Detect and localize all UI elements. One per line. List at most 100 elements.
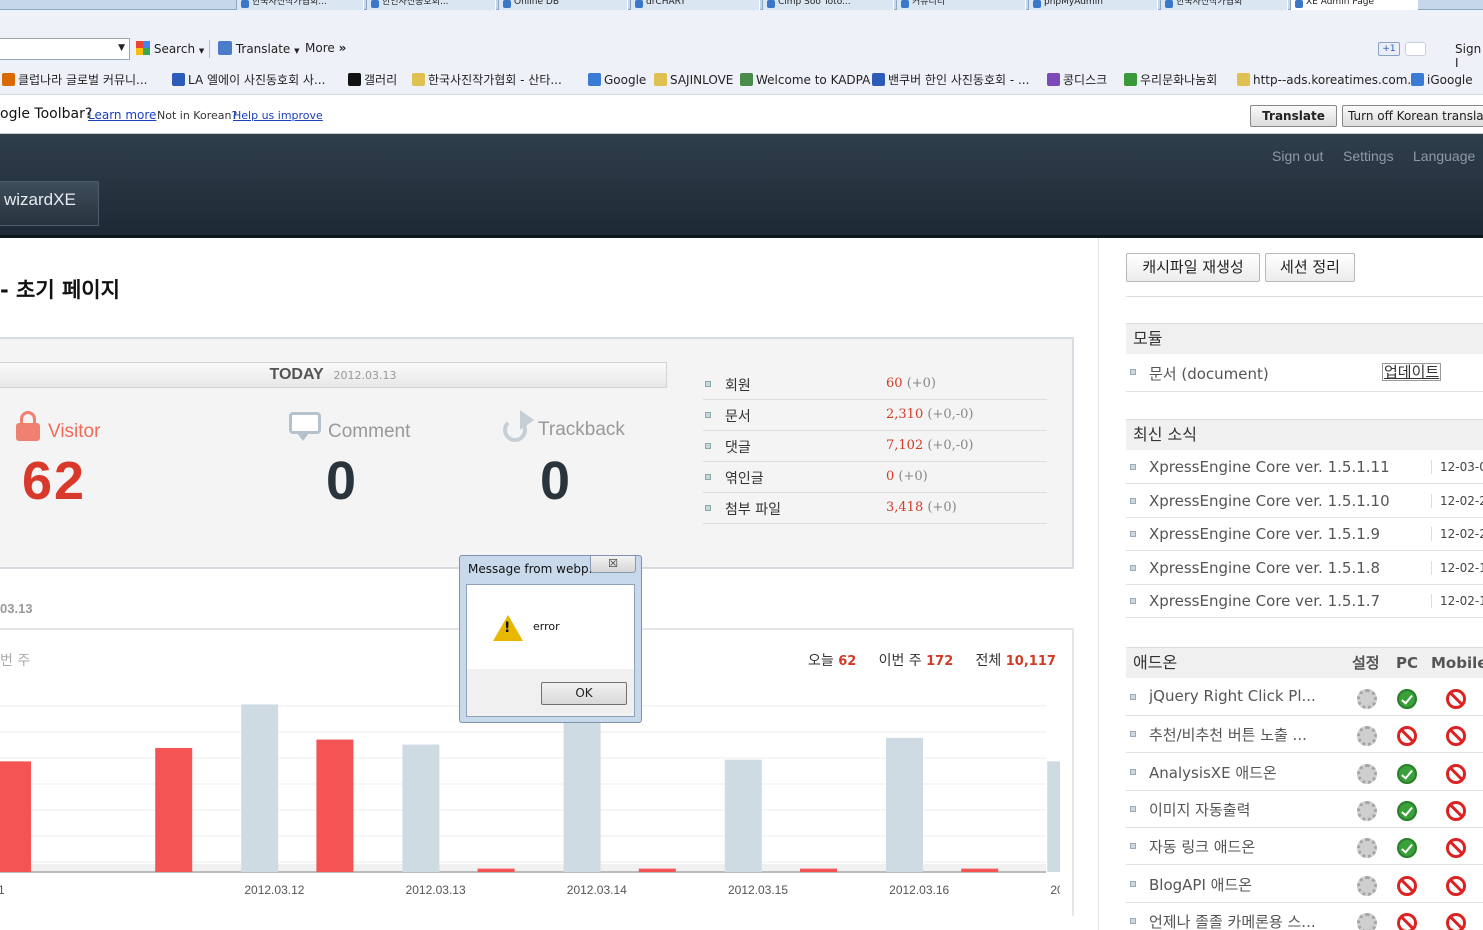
news-date: 12-02-29 bbox=[1431, 493, 1483, 508]
mobile-disabled-icon[interactable] bbox=[1446, 912, 1466, 930]
regenerate-cache-button[interactable]: 캐시파일 재생성 bbox=[1126, 253, 1260, 282]
tab-favicon-icon bbox=[1033, 0, 1041, 8]
news-title[interactable]: XpressEngine Core ver. 1.5.1.7 bbox=[1149, 592, 1380, 610]
news-header: 최신 소식 bbox=[1126, 419, 1483, 450]
bookmark-item[interactable]: SAJINLOVE bbox=[654, 68, 733, 92]
stat-delta: (+0) bbox=[898, 469, 928, 484]
gear-icon[interactable] bbox=[1357, 800, 1377, 821]
more-button[interactable]: More » bbox=[305, 41, 346, 55]
browser-tab[interactable]: Online DB bbox=[498, 0, 628, 10]
bookmark-item[interactable]: 한국사진작가협회 - 산타... bbox=[412, 68, 562, 92]
bookmark-item[interactable]: 밴쿠버 한인 사진동호회 - ... bbox=[872, 68, 1029, 92]
stat-name: 첨부 파일 bbox=[725, 502, 781, 518]
bookmark-item[interactable]: LA 엘에이 사진동호회 사... bbox=[172, 68, 325, 92]
sign-out-link[interactable]: Sign out bbox=[1272, 148, 1323, 164]
dropdown-arrow-icon[interactable]: ▼ bbox=[118, 43, 125, 53]
bookmark-item[interactable]: Google bbox=[588, 68, 646, 92]
gear-icon[interactable] bbox=[1357, 726, 1377, 747]
browser-tab[interactable]: XE Admin Page bbox=[1290, 0, 1418, 10]
browser-tab[interactable]: drCHART bbox=[630, 0, 760, 10]
news-item[interactable]: XpressEngine Core ver. 1.5.1.11 12-03-08 bbox=[1126, 451, 1483, 484]
stat-name: 댓글 bbox=[725, 440, 751, 456]
bookmark-item[interactable]: 콩디스크 bbox=[1047, 68, 1107, 92]
bookmark-item[interactable]: iGoogle bbox=[1411, 68, 1473, 92]
toolbar-search-box[interactable]: ▼ bbox=[0, 38, 130, 60]
close-icon[interactable]: ☒ bbox=[590, 556, 636, 573]
visitor-label: Visitor bbox=[48, 421, 101, 442]
pc-disabled-icon[interactable] bbox=[1397, 912, 1417, 930]
mobile-disabled-icon[interactable] bbox=[1446, 800, 1466, 821]
translate-page-button[interactable]: Translate bbox=[1250, 105, 1337, 127]
gear-icon[interactable] bbox=[1357, 838, 1377, 859]
addon-row: 추천/비추천 버튼 노출 ... bbox=[1126, 716, 1483, 754]
bullet-icon bbox=[705, 381, 711, 387]
sign-in-link[interactable]: Sign I bbox=[1455, 42, 1483, 70]
browser-tab[interactable]: Cimp Soo Toto... bbox=[762, 0, 894, 10]
site-name-tab[interactable]: wizardXE bbox=[0, 181, 99, 226]
learn-more-link[interactable]: Learn more bbox=[88, 108, 156, 122]
bookmark-item[interactable]: http--ads.koreatimes.com... bbox=[1237, 68, 1419, 92]
browser-tab[interactable]: 한국사진작가협회... bbox=[236, 0, 364, 10]
ok-button[interactable]: OK bbox=[541, 682, 627, 705]
news-title[interactable]: XpressEngine Core ver. 1.5.1.11 bbox=[1149, 458, 1390, 476]
x-tick-label: 2012.03.17 bbox=[1050, 883, 1060, 897]
google-search-button[interactable]: Search ▼ bbox=[136, 41, 204, 56]
news-item[interactable]: XpressEngine Core ver. 1.5.1.9 12-02-28 bbox=[1126, 518, 1483, 551]
browser-tab[interactable]: phpMyAdmin bbox=[1028, 0, 1158, 10]
bookmark-item[interactable]: Welcome to KADPA bbox=[740, 68, 870, 92]
mobile-disabled-icon[interactable] bbox=[1446, 726, 1466, 747]
browser-tab[interactable]: 한국사진작가협회 bbox=[1160, 0, 1288, 10]
news-item[interactable]: XpressEngine Core ver. 1.5.1.7 12-02-10 bbox=[1126, 585, 1483, 618]
x-tick-label: 1 bbox=[0, 883, 5, 897]
bullet-icon bbox=[1130, 531, 1136, 537]
translate-button[interactable]: Translate ▼ bbox=[218, 41, 300, 56]
gear-icon[interactable] bbox=[1357, 912, 1377, 930]
clear-session-button[interactable]: 세션 정리 bbox=[1265, 253, 1355, 282]
stat-row: 회원 60 (+0) bbox=[703, 369, 1047, 400]
help-improve-link[interactable]: Help us improve bbox=[233, 109, 323, 122]
settings-link[interactable]: Settings bbox=[1343, 148, 1394, 164]
gear-icon[interactable] bbox=[1357, 689, 1377, 709]
gear-icon[interactable] bbox=[1357, 875, 1377, 896]
tab-label: XE Admin Page bbox=[1306, 0, 1375, 7]
module-update-link[interactable]: 업데이트 bbox=[1382, 363, 1442, 381]
news-title[interactable]: XpressEngine Core ver. 1.5.1.8 bbox=[1149, 559, 1380, 577]
all-total-label: 전체 bbox=[975, 653, 1002, 669]
week-prev-bar bbox=[402, 744, 440, 872]
pc-enabled-icon[interactable] bbox=[1397, 800, 1417, 821]
gear-icon[interactable] bbox=[1357, 763, 1377, 784]
stat-value: 0 bbox=[886, 469, 895, 484]
pc-disabled-icon[interactable] bbox=[1397, 726, 1417, 747]
addon-row: 이미지 자동출력 bbox=[1126, 791, 1483, 828]
tab-favicon-icon bbox=[503, 0, 511, 8]
bookmark-item[interactable]: 갤러리 bbox=[348, 68, 397, 92]
language-link[interactable]: Language bbox=[1413, 148, 1475, 164]
news-title[interactable]: XpressEngine Core ver. 1.5.1.9 bbox=[1149, 525, 1380, 543]
addon-name: BlogAPI 애드온 bbox=[1149, 875, 1253, 894]
mobile-disabled-icon[interactable] bbox=[1446, 763, 1466, 784]
pc-enabled-icon[interactable] bbox=[1397, 763, 1417, 784]
news-item[interactable]: XpressEngine Core ver. 1.5.1.10 12-02-29 bbox=[1126, 485, 1483, 518]
plus-one-button[interactable]: +1 bbox=[1378, 42, 1400, 56]
mobile-disabled-icon[interactable] bbox=[1446, 875, 1466, 896]
week-total-label: 이번 주 bbox=[878, 653, 922, 669]
stat-value: 3,418 bbox=[886, 500, 924, 515]
translate-icon bbox=[218, 41, 232, 55]
pc-disabled-icon[interactable] bbox=[1397, 875, 1417, 896]
pc-enabled-icon[interactable] bbox=[1397, 838, 1417, 859]
news-item[interactable]: XpressEngine Core ver. 1.5.1.8 12-02-15 bbox=[1126, 552, 1483, 585]
browser-tab[interactable]: 커뮤니티 bbox=[896, 0, 1026, 10]
stat-value-group: 7,102 (+0,-0) bbox=[886, 438, 973, 453]
mobile-disabled-icon[interactable] bbox=[1446, 689, 1466, 709]
mobile-disabled-icon[interactable] bbox=[1446, 838, 1466, 859]
browser-tab[interactable]: 한인사진동호회... bbox=[366, 0, 496, 10]
translate-label: Translate bbox=[235, 42, 291, 56]
pc-enabled-icon[interactable] bbox=[1397, 689, 1417, 709]
bookmark-item[interactable]: 클럽나라 글로벌 커뮤니... bbox=[2, 68, 147, 92]
news-title[interactable]: XpressEngine Core ver. 1.5.1.10 bbox=[1149, 492, 1390, 510]
turn-off-translate-button[interactable]: Turn off Korean translat bbox=[1342, 105, 1483, 127]
x-tick-label: 2012.03.13 bbox=[406, 883, 466, 897]
bookmark-item[interactable]: 우리문화나눔회 bbox=[1124, 68, 1217, 92]
bullet-icon bbox=[1130, 564, 1136, 571]
trackback-icon bbox=[503, 410, 535, 442]
